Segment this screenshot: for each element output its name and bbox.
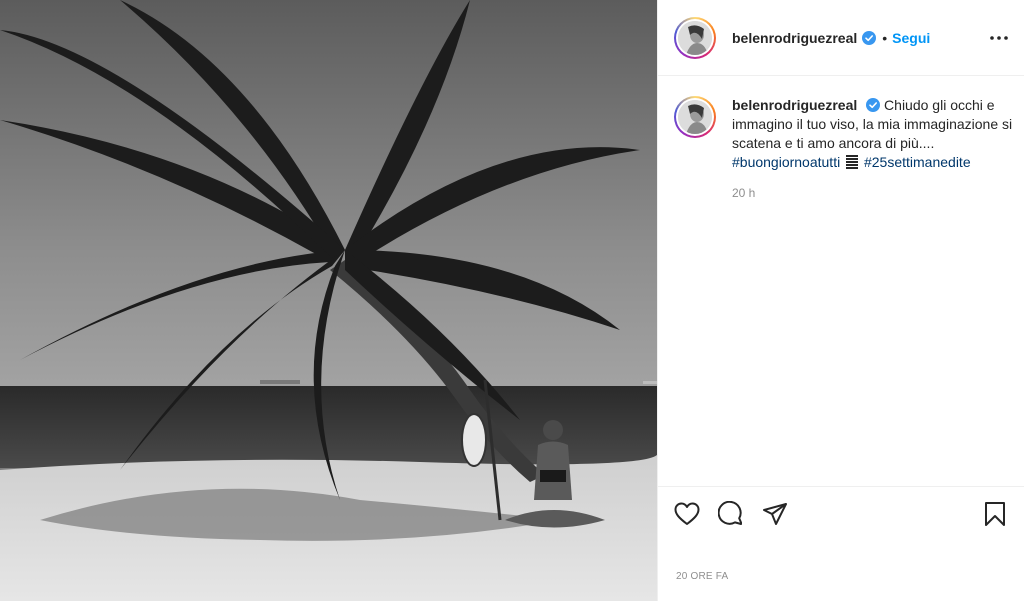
caption-avatar[interactable]	[674, 96, 716, 138]
header-username[interactable]: belenrodriguezreal	[732, 30, 857, 46]
comment-icon[interactable]	[716, 499, 746, 529]
post-photo[interactable]	[0, 0, 657, 601]
heart-icon[interactable]	[672, 499, 702, 529]
hashtag-link[interactable]: #25settimanedite	[864, 154, 971, 170]
bookmark-icon[interactable]	[980, 499, 1010, 529]
emoji-icon	[846, 155, 859, 169]
profile-photo	[678, 20, 712, 55]
beach-palm-tree-image	[0, 0, 657, 601]
caption-timestamp[interactable]: 20 h	[732, 184, 1014, 203]
paper-plane-icon[interactable]	[760, 499, 790, 529]
instagram-post: belenrodriguezreal • Segui belenrodrigue…	[0, 0, 1024, 601]
post-header: belenrodriguezreal • Segui	[658, 0, 1024, 76]
hashtag-link[interactable]: #buongiornoatutti	[732, 154, 840, 170]
follow-button[interactable]: Segui	[892, 30, 930, 46]
caption-text-block: belenrodriguezreal Chiudo gli occhi e im…	[732, 96, 1014, 172]
separator-dot: •	[882, 29, 888, 46]
action-bar	[658, 486, 1024, 540]
verified-badge-icon	[862, 30, 877, 45]
caption: belenrodriguezreal Chiudo gli occhi e im…	[674, 96, 1014, 203]
post-side-panel: belenrodriguezreal • Segui belenrodrigue…	[657, 0, 1024, 601]
caption-profile-photo	[678, 100, 712, 134]
caption-body: belenrodriguezreal Chiudo gli occhi e im…	[732, 96, 1014, 203]
verified-badge-icon	[866, 98, 881, 112]
post-date[interactable]: 20 ORE FA	[676, 571, 728, 582]
more-options-icon[interactable]	[989, 28, 1009, 48]
caption-username[interactable]: belenrodriguezreal	[732, 97, 857, 113]
avatar[interactable]	[674, 16, 716, 59]
